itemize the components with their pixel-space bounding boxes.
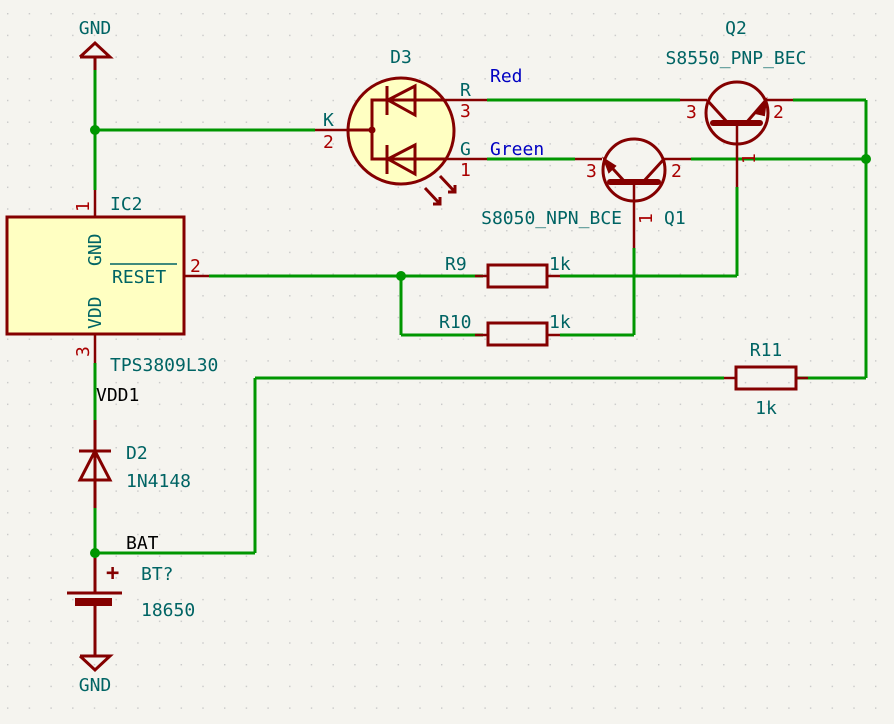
schematic-svg: GND IC2 TPS3809L30 1 2 3 GND RESET VDD D… <box>0 0 894 724</box>
battery-plate <box>75 598 112 606</box>
q1-value: S8050_NPN_BCE <box>481 208 622 229</box>
q1-pin-base: 1 <box>636 213 657 224</box>
q2-pin-base: 1 <box>739 153 760 164</box>
ic2-pin2-name: RESET <box>112 267 166 288</box>
d2-value: 1N4148 <box>126 471 191 492</box>
junction-bat <box>90 548 100 558</box>
battery-value: 18650 <box>141 600 195 621</box>
ic2-pin1-name: GND <box>85 233 106 266</box>
ic2-pin3-name: VDD <box>85 296 106 329</box>
gnd-bottom-label: GND <box>79 675 112 696</box>
r11-ref: R11 <box>750 340 783 361</box>
q2-value: S8550_PNP_BEC <box>666 48 807 69</box>
net-label-red[interactable]: Red <box>490 66 523 87</box>
junction-right <box>861 154 871 164</box>
battery-polarity: + <box>106 561 119 586</box>
gnd-top-label: GND <box>79 18 112 39</box>
q2-ref: Q2 <box>725 18 747 39</box>
net-label-bat[interactable]: BAT <box>126 533 159 554</box>
ic2-pin3-number: 3 <box>73 346 94 357</box>
junction-gnd <box>90 125 100 135</box>
ic2-value: TPS3809L30 <box>110 355 218 376</box>
ic2-pin2-number: 2 <box>190 256 201 277</box>
net-label-vdd1[interactable]: VDD1 <box>96 385 139 406</box>
r9-ref: R9 <box>445 254 467 275</box>
d2-ref: D2 <box>126 443 148 464</box>
d3-pin-k-number: 2 <box>323 132 334 153</box>
ic2-pin1-number: 1 <box>73 201 94 212</box>
r10-value: 1k <box>549 312 571 333</box>
q2-pin-collector: 3 <box>686 102 697 123</box>
schematic-canvas[interactable]: GND IC2 TPS3809L30 1 2 3 GND RESET VDD D… <box>0 0 894 724</box>
r11-value: 1k <box>755 398 777 419</box>
d3-pin-g-name: G <box>460 139 471 160</box>
q1-ref: Q1 <box>664 208 686 229</box>
r10-ref: R10 <box>439 312 472 333</box>
d3-pin-r-name: R <box>460 80 471 101</box>
ic2-ref: IC2 <box>110 194 143 215</box>
r9-value: 1k <box>549 254 571 275</box>
net-label-green[interactable]: Green <box>490 139 544 160</box>
q1-pin-collector: 2 <box>671 161 682 182</box>
junction-reset <box>396 271 406 281</box>
d3-pin-r-number: 3 <box>460 101 471 122</box>
d3-ref: D3 <box>390 47 412 68</box>
battery-ref: BT? <box>141 564 174 585</box>
d3-pin-k-name: K <box>323 110 334 131</box>
d3-pin-g-number: 1 <box>460 160 471 181</box>
q1-pin-emitter: 3 <box>586 161 597 182</box>
q2-pin-emitter: 2 <box>773 102 784 123</box>
